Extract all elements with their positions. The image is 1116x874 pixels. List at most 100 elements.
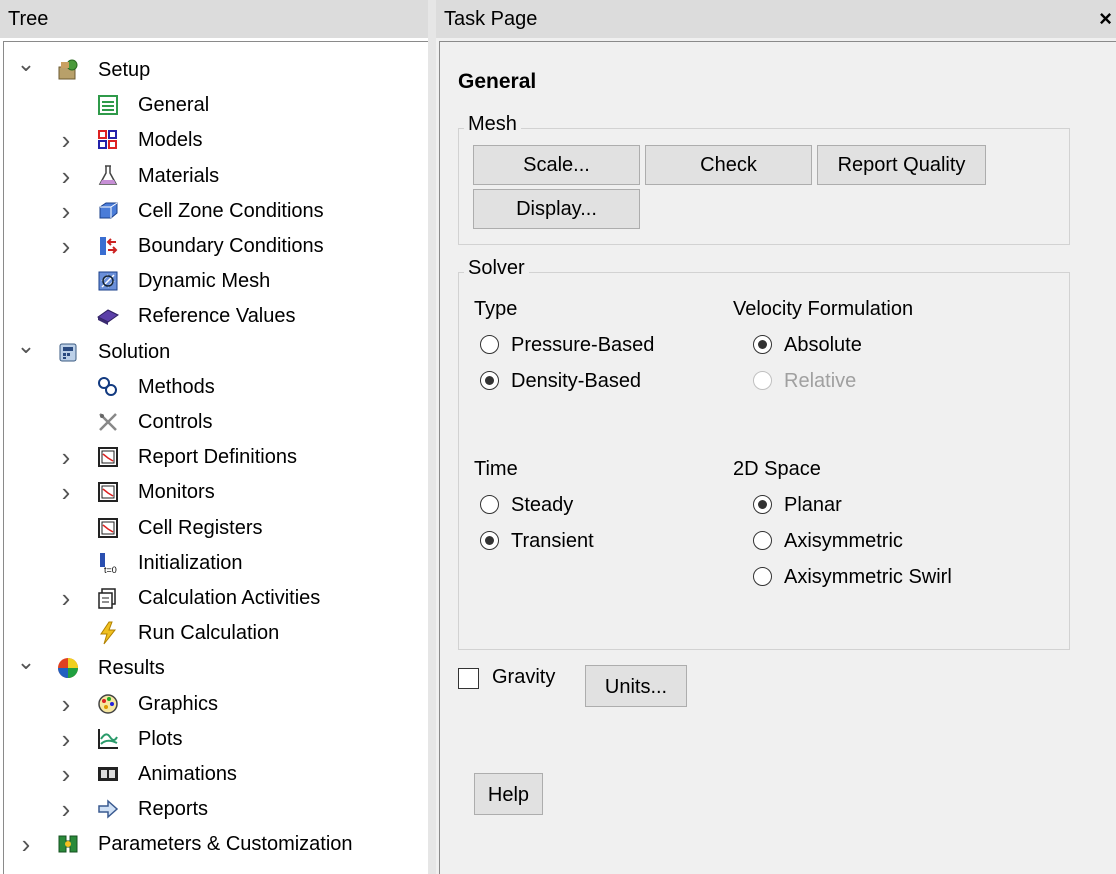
absolute-radio[interactable]: Absolute <box>753 330 862 360</box>
tree-item-label: Run Calculation <box>138 622 280 645</box>
tree-item-parameters-customization[interactable]: › Parameters & Customization <box>0 826 428 862</box>
tree-item-graphics[interactable]: › Graphics <box>0 686 428 722</box>
controls-icon <box>99 413 117 431</box>
solver-group-label: Solver <box>464 257 529 280</box>
cell-registers-icon <box>98 517 118 538</box>
velocity-formulation-label: Velocity Formulation <box>733 298 914 320</box>
general-icon <box>98 95 118 116</box>
radio-indicator <box>480 531 499 550</box>
tree-item-reference-values[interactable]: Reference Values <box>0 298 428 334</box>
transient-label: Transient <box>511 530 594 552</box>
tree-item-run-calculation[interactable]: Run Calculation <box>0 615 428 651</box>
steady-radio[interactable]: Steady <box>480 490 573 520</box>
tree-item-controls[interactable]: Controls <box>0 404 428 440</box>
planar-radio[interactable]: Planar <box>753 490 842 520</box>
help-button[interactable]: Help <box>474 773 543 815</box>
density-based-radio[interactable]: Density-Based <box>480 366 641 396</box>
chevron-right-icon[interactable]: › <box>56 228 76 264</box>
tree-item-label: Results <box>98 657 165 680</box>
svg-text:t=0: t=0 <box>104 565 117 575</box>
tree-item-report-definitions[interactable]: › Report Definitions <box>0 439 428 475</box>
plots-icon <box>98 728 118 749</box>
tree-item-materials[interactable]: › Materials <box>0 158 428 194</box>
gravity-label[interactable]: Gravity <box>492 666 555 689</box>
panel-splitter[interactable] <box>428 0 436 874</box>
axisymmetric-radio[interactable]: Axisymmetric <box>753 526 903 556</box>
graphics-icon <box>98 693 118 714</box>
chevron-right-icon[interactable]: › <box>56 439 76 475</box>
dynamic-mesh-icon <box>98 271 118 291</box>
tree-item-label: Parameters & Customization <box>98 833 353 856</box>
chevron-right-icon[interactable]: › <box>56 686 76 722</box>
scale-button[interactable]: Scale... <box>473 145 640 185</box>
tree-item-solution[interactable]: ⌄ Solution <box>0 333 428 370</box>
chevron-right-icon[interactable]: › <box>56 193 76 229</box>
results-icon <box>58 658 78 679</box>
parameters-icon <box>58 835 78 853</box>
tree-item-initialization[interactable]: t=0 Initialization <box>0 545 428 581</box>
tree-item-label: Methods <box>138 375 215 398</box>
tree-item-setup[interactable]: ⌄ Setup <box>0 51 428 88</box>
tree-item-general[interactable]: General <box>0 87 428 123</box>
chevron-right-icon[interactable]: › <box>56 756 76 792</box>
tree-item-cell-registers[interactable]: Cell Registers <box>0 510 428 546</box>
tree-item-label: Graphics <box>138 692 219 715</box>
task-page-panel: Task Page × General Mesh Scale... Check … <box>436 0 1116 874</box>
tree-item-results[interactable]: ⌄ Results <box>0 649 428 686</box>
radio-indicator <box>753 335 772 354</box>
tree-item-label: Monitors <box>138 481 215 504</box>
chevron-right-icon[interactable]: › <box>56 580 76 616</box>
tree-item-models[interactable]: › Models <box>0 122 428 158</box>
tree-item-plots[interactable]: › Plots <box>0 721 428 757</box>
tree-item-calculation-activities[interactable]: › Calculation Activities <box>0 580 428 616</box>
chevron-right-icon[interactable]: › <box>56 158 76 194</box>
gravity-checkbox[interactable] <box>458 668 479 689</box>
display-button[interactable]: Display... <box>473 189 640 229</box>
chevron-right-icon[interactable]: › <box>56 122 76 158</box>
axisymmetric-label: Axisymmetric <box>784 530 903 552</box>
tree-item-reports[interactable]: › Reports <box>0 791 428 827</box>
tree-item-label: Initialization <box>138 551 243 574</box>
chevron-right-icon[interactable]: › <box>56 721 76 757</box>
report-quality-button[interactable]: Report Quality <box>817 145 986 185</box>
tree-item-cell-zone-conditions[interactable]: › Cell Zone Conditions <box>0 193 428 229</box>
pressure-based-radio[interactable]: Pressure-Based <box>480 330 654 360</box>
chevron-right-icon[interactable]: › <box>56 474 76 510</box>
transient-radio[interactable]: Transient <box>480 526 594 556</box>
tree-item-animations[interactable]: › Animations <box>0 756 428 792</box>
tree-item-label: Solution <box>98 340 171 363</box>
tree-item-label: Report Definitions <box>138 446 297 469</box>
axisymmetric-swirl-radio[interactable]: Axisymmetric Swirl <box>753 562 952 592</box>
tree-item-label: Controls <box>138 411 213 433</box>
radio-indicator <box>753 495 772 514</box>
planar-label: Planar <box>784 494 842 516</box>
chevron-right-icon[interactable]: › <box>16 826 36 862</box>
chevron-right-icon[interactable]: › <box>56 791 76 827</box>
relative-label: Relative <box>784 370 857 392</box>
chevron-down-icon[interactable]: ⌄ <box>16 644 36 680</box>
tree-item-label: Calculation Activities <box>138 587 321 609</box>
boundary-icon <box>100 237 118 255</box>
radio-indicator <box>480 335 499 354</box>
models-icon <box>98 130 117 150</box>
tree-item-label: Materials <box>138 164 220 187</box>
tree-item-dynamic-mesh[interactable]: Dynamic Mesh <box>0 263 428 299</box>
run-calculation-icon <box>100 621 117 645</box>
tree-item-label: Reference Values <box>138 305 296 328</box>
check-button[interactable]: Check <box>645 145 812 185</box>
page-title: General <box>458 70 537 93</box>
type-label: Type <box>474 298 518 320</box>
density-based-label: Density-Based <box>511 370 642 392</box>
tree-item-boundary-conditions[interactable]: › Boundary Conditions <box>0 228 428 264</box>
animations-icon <box>98 767 118 781</box>
tree-item-label: Setup <box>98 59 151 81</box>
units-button[interactable]: Units... <box>585 665 687 707</box>
close-icon[interactable]: × <box>1099 0 1112 38</box>
tree-item-label: Models <box>138 129 203 152</box>
chevron-down-icon[interactable]: ⌄ <box>16 328 36 364</box>
task-page-title: Task Page <box>444 8 538 30</box>
task-page-header: Task Page × <box>436 0 1116 38</box>
tree-item-methods[interactable]: Methods <box>0 369 428 405</box>
tree-item-monitors[interactable]: › Monitors <box>0 474 428 510</box>
chevron-down-icon[interactable]: ⌄ <box>16 46 36 82</box>
